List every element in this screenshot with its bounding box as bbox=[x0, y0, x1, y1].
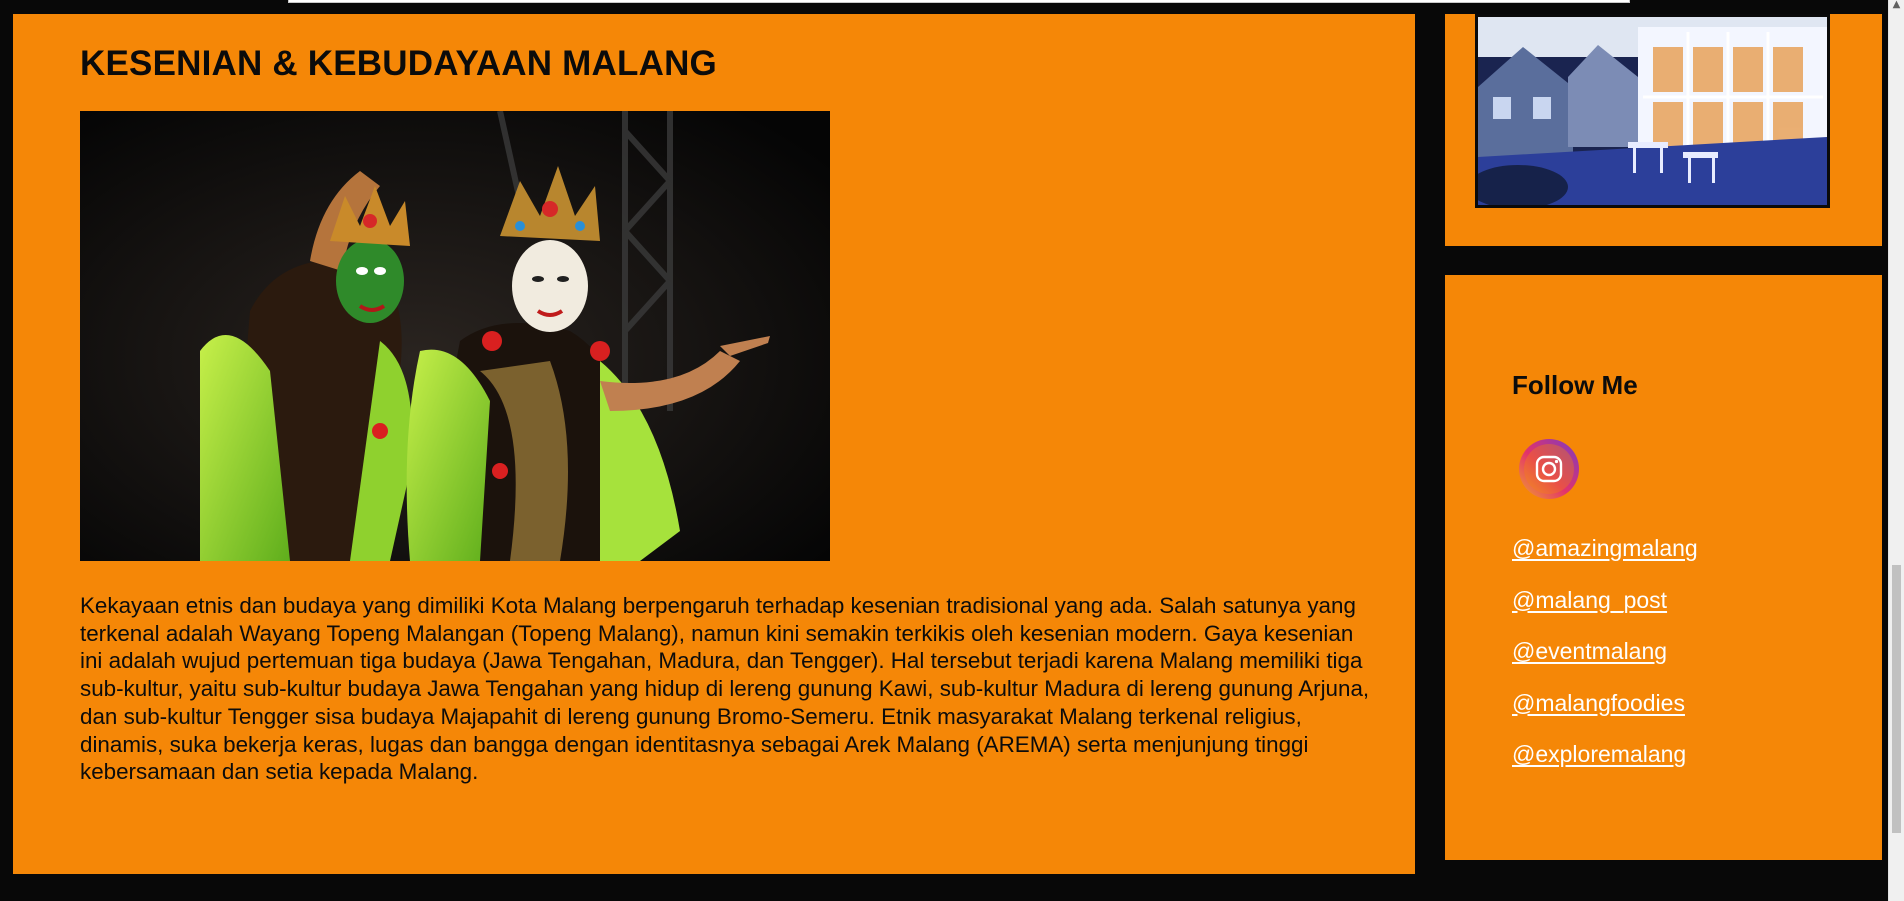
topeng-dance-image bbox=[80, 111, 830, 561]
list-item: @eventmalang bbox=[1512, 638, 1698, 690]
main-article: KESENIAN & KEBUDAYAAN MALANG Kekayaan et… bbox=[13, 14, 1415, 874]
scroll-thumb[interactable] bbox=[1892, 565, 1901, 833]
instagram-icon[interactable] bbox=[1517, 437, 1581, 501]
list-item: @exploremalang bbox=[1512, 741, 1698, 793]
handle-link-malangfoodies[interactable]: @malangfoodies bbox=[1512, 690, 1685, 716]
handle-link-amazingmalang[interactable]: @amazingmalang bbox=[1512, 535, 1698, 561]
instagram-handle-list: @amazingmalang @malang_post @eventmalang… bbox=[1512, 535, 1698, 793]
article-body: Kekayaan etnis dan budaya yang dimiliki … bbox=[80, 593, 1370, 785]
list-item: @amazingmalang bbox=[1512, 535, 1698, 587]
list-item: @malang_post bbox=[1512, 587, 1698, 639]
article-title: KESENIAN & KEBUDAYAAN MALANG bbox=[80, 44, 717, 83]
list-item: @malangfoodies bbox=[1512, 690, 1698, 742]
follow-widget: Follow Me @amazingmalang @malang_post @e… bbox=[1445, 275, 1882, 860]
scroll-up-arrow-icon[interactable]: ▲ bbox=[1889, 0, 1904, 12]
cafe-image bbox=[1475, 14, 1830, 208]
address-bar-edge bbox=[288, 0, 1630, 3]
follow-title: Follow Me bbox=[1512, 370, 1638, 400]
vertical-scrollbar[interactable]: ▲ bbox=[1888, 0, 1904, 901]
handle-link-eventmalang[interactable]: @eventmalang bbox=[1512, 638, 1667, 664]
page: KESENIAN & KEBUDAYAAN MALANG Kekayaan et… bbox=[0, 0, 1904, 901]
handle-link-exploremalang[interactable]: @exploremalang bbox=[1512, 741, 1686, 767]
sidebar-image-widget bbox=[1445, 14, 1882, 246]
handle-link-malang-post[interactable]: @malang_post bbox=[1512, 587, 1667, 613]
